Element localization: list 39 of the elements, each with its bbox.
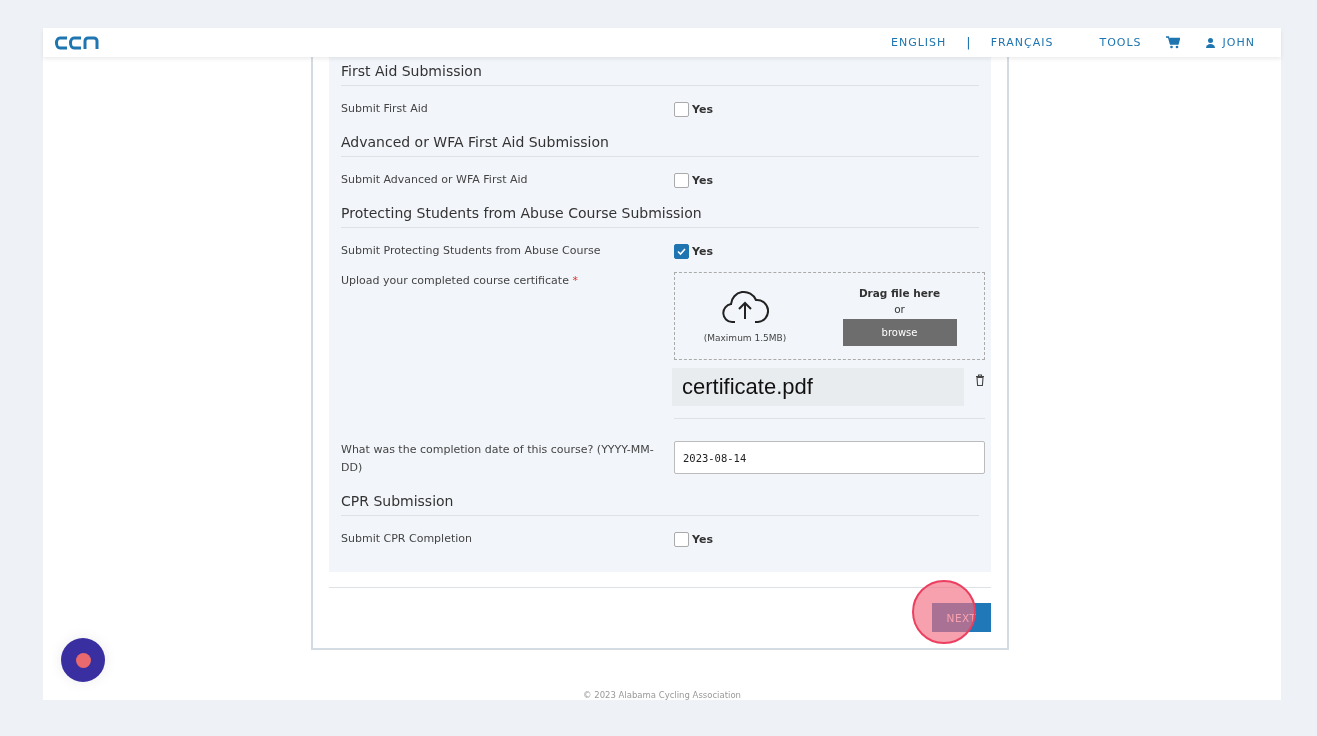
section-title: First Aid Submission — [341, 57, 979, 86]
logo-icon[interactable] — [55, 35, 99, 50]
drag-hint: Drag file here — [858, 286, 941, 299]
field-label: Submit Advanced or WFA First Aid — [341, 172, 529, 188]
yes-checkbox[interactable]: Yes — [674, 100, 985, 118]
language-link[interactable]: ENGLISH — [891, 36, 947, 49]
yes-checkbox[interactable]: Yes — [674, 530, 985, 548]
field-label: Upload your completed course certificate — [341, 274, 570, 287]
or-text: or — [894, 302, 905, 315]
field-label: What was the completion date of this course? (YYYY-MM-DD) — [341, 442, 655, 476]
section-title: Advanced or WFA First Aid Submission — [341, 128, 979, 157]
yes-checkbox[interactable]: Yes — [674, 171, 985, 189]
required-mark: * — [572, 274, 578, 287]
yes-checkbox[interactable]: Yes — [674, 242, 985, 260]
max-size-note: (Maximum 1.5MB) — [703, 333, 787, 343]
user-icon — [1205, 37, 1215, 48]
checkbox-square[interactable] — [674, 531, 689, 547]
section-title: CPR Submission — [341, 487, 979, 516]
cart-icon[interactable] — [1165, 36, 1180, 49]
browse-button[interactable]: browse — [842, 318, 957, 346]
checkbox-square[interactable] — [674, 172, 689, 188]
field-label: Submit CPR Completion — [341, 531, 473, 547]
click-indicator — [912, 580, 976, 644]
chat-button[interactable] — [61, 638, 105, 682]
copyright-text: © 2023 Alabama Cycling Association — [583, 690, 741, 700]
nav-separator: | — [966, 35, 971, 50]
field-label: Submit Protecting Students from Abuse Course — [341, 243, 602, 259]
cloud-upload-icon — [721, 289, 769, 325]
user-menu-link[interactable]: JOHN — [1222, 36, 1255, 49]
trash-icon[interactable] — [975, 374, 985, 386]
checkbox-square[interactable] — [674, 101, 689, 117]
date-input[interactable]: 2023-08-14 — [674, 441, 985, 474]
language-link[interactable]: FRANÇAIS — [990, 36, 1054, 49]
section-title: Protecting Students from Abuse Course Submission — [341, 199, 979, 228]
tools-link[interactable]: TOOLS — [1099, 36, 1142, 49]
file-drop-zone[interactable]: (Maximum 1.5MB) Drag file here or browse — [674, 272, 985, 360]
file-name: certificate.pdf — [672, 368, 964, 406]
field-label: Submit First Aid — [341, 101, 429, 117]
checkbox-square[interactable] — [674, 243, 689, 259]
